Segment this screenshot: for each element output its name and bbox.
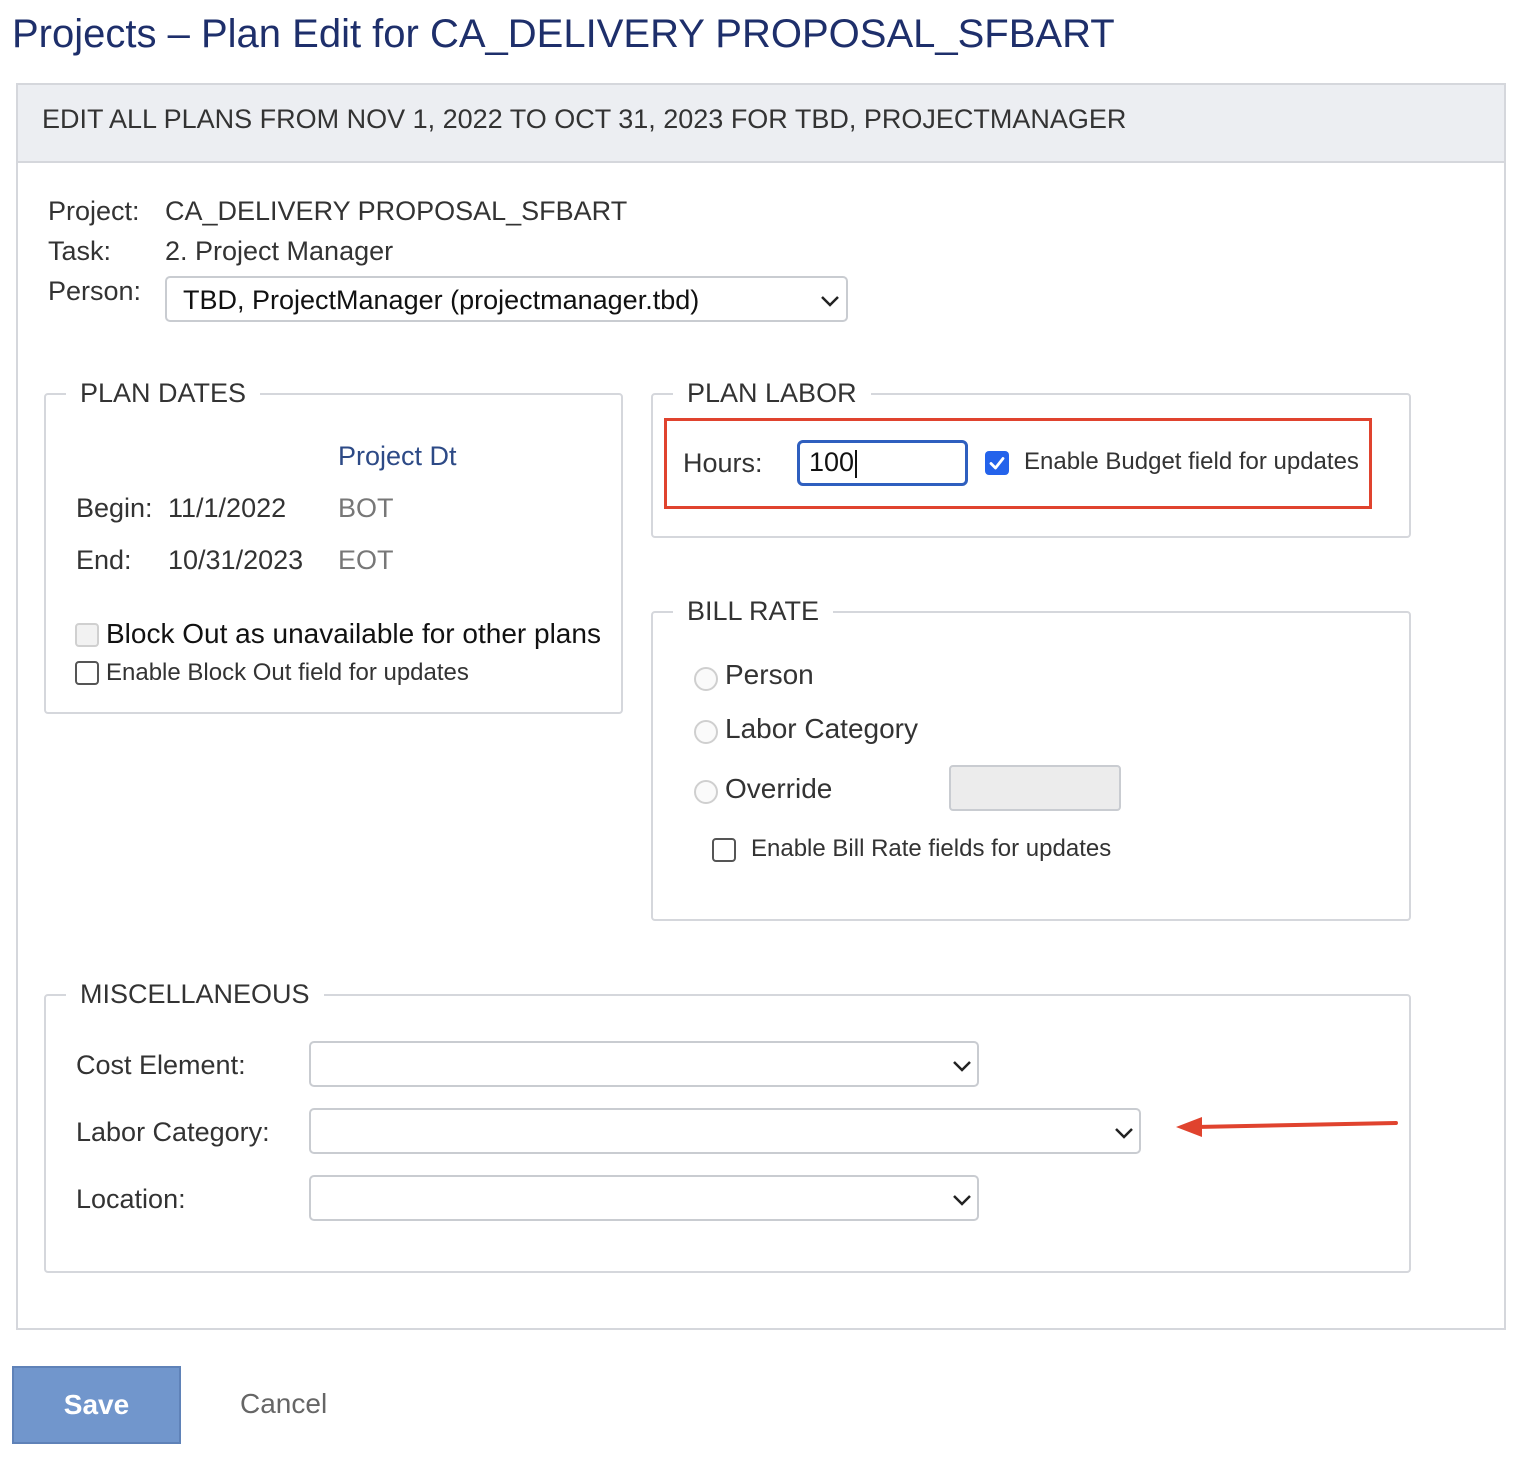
save-button[interactable]: Save <box>12 1366 181 1444</box>
enable-block-out-label: Enable Block Out field for updates <box>106 659 469 686</box>
chevron-down-icon <box>821 296 839 307</box>
location-label: Location: <box>76 1184 186 1214</box>
chevron-down-icon <box>1115 1128 1133 1139</box>
chevron-down-icon <box>953 1195 971 1206</box>
bill-rate-person-radio[interactable] <box>694 667 718 691</box>
block-out-checkbox[interactable] <box>75 623 99 647</box>
enable-budget-checkbox[interactable] <box>985 451 1009 475</box>
enable-block-out-checkbox[interactable] <box>75 661 99 685</box>
enable-budget-label: Enable Budget field for updates <box>1024 448 1359 475</box>
block-out-label: Block Out as unavailable for other plans <box>106 618 601 649</box>
person-select-value: TBD, ProjectManager (projectmanager.tbd) <box>183 285 700 315</box>
begin-project-dt: BOT <box>338 493 394 523</box>
project-label: Project: <box>48 196 140 226</box>
plan-labor-legend: PLAN LABOR <box>673 378 871 409</box>
end-label: End: <box>76 545 132 575</box>
project-dt-header: Project Dt <box>338 441 457 471</box>
page-title: Projects – Plan Edit for CA_DELIVERY PRO… <box>12 12 1115 56</box>
begin-label: Begin: <box>76 493 153 523</box>
miscellaneous-legend: MISCELLANEOUS <box>66 979 324 1010</box>
hours-input[interactable]: 100 <box>797 440 968 486</box>
person-select[interactable]: TBD, ProjectManager (projectmanager.tbd) <box>165 276 848 322</box>
bill-rate-person-label: Person <box>725 659 814 690</box>
checkmark-icon <box>989 457 1005 470</box>
labor-category-label: Labor Category: <box>76 1117 270 1147</box>
cancel-button[interactable]: Cancel <box>240 1388 327 1420</box>
plan-dates-legend: PLAN DATES <box>66 378 261 409</box>
begin-date: 11/1/2022 <box>168 493 287 523</box>
text-caret <box>855 449 858 478</box>
labor-category-select[interactable] <box>309 1108 1141 1154</box>
person-label: Person: <box>48 276 142 306</box>
location-select[interactable] <box>309 1175 979 1221</box>
enable-bill-rate-checkbox[interactable] <box>712 838 736 862</box>
panel-header-text: EDIT ALL PLANS FROM NOV 1, 2022 TO OCT 3… <box>42 104 1127 134</box>
arrow-left-icon <box>1176 1117 1398 1137</box>
bill-rate-labor-category-label: Labor Category <box>725 713 919 744</box>
task-value: 2. Project Manager <box>165 236 394 266</box>
enable-bill-rate-label: Enable Bill Rate fields for updates <box>751 835 1112 862</box>
bill-rate-legend: BILL RATE <box>673 596 834 627</box>
end-date: 10/31/2023 <box>168 545 304 575</box>
hours-label: Hours: <box>683 448 763 478</box>
cost-element-select[interactable] <box>309 1041 979 1087</box>
bill-rate-labor-category-radio[interactable] <box>694 720 718 744</box>
end-project-dt: EOT <box>338 545 394 575</box>
hours-input-value: 100 <box>809 447 855 477</box>
chevron-down-icon <box>953 1061 971 1072</box>
project-value: CA_DELIVERY PROPOSAL_SFBART <box>165 196 628 226</box>
override-rate-input[interactable] <box>949 765 1121 811</box>
bill-rate-override-label: Override <box>725 773 833 804</box>
cost-element-label: Cost Element: <box>76 1050 246 1080</box>
bill-rate-override-radio[interactable] <box>694 780 718 804</box>
task-label: Task: <box>48 236 112 266</box>
